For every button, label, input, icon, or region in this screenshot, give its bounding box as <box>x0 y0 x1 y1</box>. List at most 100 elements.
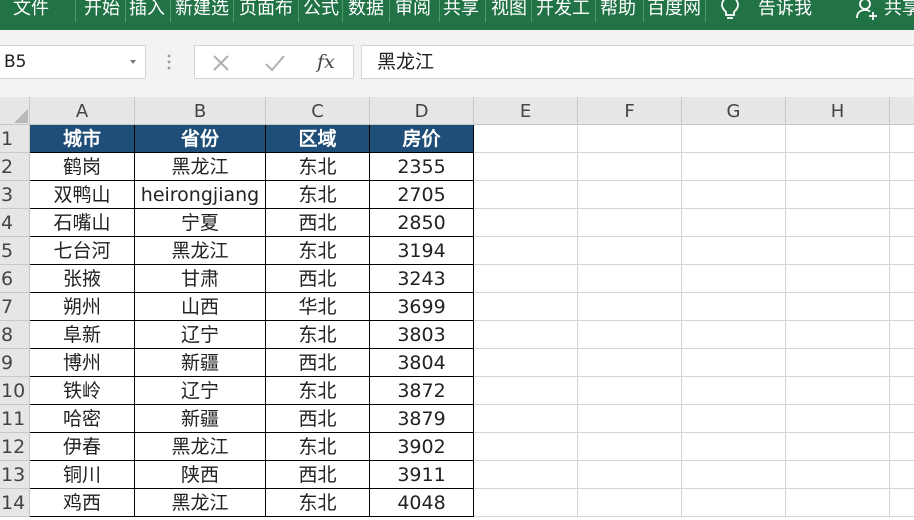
empty-cell[interactable] <box>474 489 578 517</box>
row-header[interactable]: 10 <box>0 377 30 405</box>
empty-cell[interactable] <box>786 209 890 237</box>
empty-cell[interactable] <box>474 237 578 265</box>
table-cell[interactable]: 伊春 <box>30 433 135 461</box>
empty-cell[interactable] <box>786 153 890 181</box>
empty-cell[interactable] <box>578 377 682 405</box>
table-cell[interactable]: heirongjiang <box>135 181 266 209</box>
row-header[interactable]: 13 <box>0 461 30 489</box>
row-header[interactable]: 9 <box>0 349 30 377</box>
column-header[interactable]: G <box>682 97 786 125</box>
column-header[interactable]: H <box>786 97 890 125</box>
empty-cell[interactable] <box>578 237 682 265</box>
row-header[interactable]: 3 <box>0 181 30 209</box>
table-cell[interactable]: 铜川 <box>30 461 135 489</box>
table-cell[interactable]: 博州 <box>30 349 135 377</box>
empty-cell[interactable] <box>578 125 682 153</box>
table-cell[interactable]: 黑龙江 <box>135 433 266 461</box>
column-header[interactable]: B <box>135 97 266 125</box>
empty-cell[interactable] <box>682 153 786 181</box>
empty-cell[interactable] <box>578 153 682 181</box>
ribbon-tab[interactable]: 公式 <box>300 0 342 23</box>
empty-cell[interactable] <box>786 461 890 489</box>
empty-cell[interactable] <box>474 265 578 293</box>
ribbon-tab[interactable]: 帮助 <box>597 0 639 23</box>
table-cell[interactable]: 4048 <box>370 489 474 517</box>
table-cell[interactable]: 石嘴山 <box>30 209 135 237</box>
empty-cell[interactable] <box>578 489 682 517</box>
table-cell[interactable]: 东北 <box>266 433 370 461</box>
row-header[interactable]: 4 <box>0 209 30 237</box>
empty-cell[interactable] <box>578 321 682 349</box>
ribbon-tab[interactable]: 视图 <box>487 0 531 23</box>
empty-cell[interactable] <box>890 153 914 181</box>
table-cell[interactable]: 西北 <box>266 405 370 433</box>
table-cell[interactable]: 辽宁 <box>135 321 266 349</box>
table-header-cell[interactable]: 房价 <box>370 125 474 153</box>
table-cell[interactable]: 东北 <box>266 489 370 517</box>
table-cell[interactable]: 2355 <box>370 153 474 181</box>
table-cell[interactable]: 2850 <box>370 209 474 237</box>
empty-cell[interactable] <box>578 405 682 433</box>
ribbon-tab[interactable]: 页面布 <box>235 0 297 23</box>
table-cell[interactable]: 东北 <box>266 321 370 349</box>
name-box[interactable]: B5 <box>0 45 146 79</box>
column-header[interactable]: A <box>30 97 135 125</box>
empty-cell[interactable] <box>890 265 914 293</box>
table-cell[interactable]: 华北 <box>266 293 370 321</box>
empty-cell[interactable] <box>682 433 786 461</box>
table-cell[interactable]: 新疆 <box>135 349 266 377</box>
table-cell[interactable]: 3194 <box>370 237 474 265</box>
ribbon-tab[interactable]: 开始 <box>77 0 127 23</box>
table-cell[interactable]: 3902 <box>370 433 474 461</box>
table-cell[interactable]: 朔州 <box>30 293 135 321</box>
empty-cell[interactable] <box>682 405 786 433</box>
empty-cell[interactable] <box>578 433 682 461</box>
formula-input[interactable]: 黑龙江 <box>361 45 914 79</box>
empty-cell[interactable] <box>890 433 914 461</box>
enter-check-icon[interactable] <box>264 53 286 73</box>
table-cell[interactable]: 3243 <box>370 265 474 293</box>
table-header-cell[interactable]: 区域 <box>266 125 370 153</box>
table-header-cell[interactable]: 城市 <box>30 125 135 153</box>
tell-me-search[interactable]: 告诉我 <box>758 0 812 23</box>
table-cell[interactable]: 阜新 <box>30 321 135 349</box>
empty-cell[interactable] <box>682 237 786 265</box>
ribbon-tab[interactable]: 开发工 <box>533 0 593 23</box>
table-cell[interactable]: 山西 <box>135 293 266 321</box>
table-cell[interactable]: 2705 <box>370 181 474 209</box>
empty-cell[interactable] <box>786 321 890 349</box>
empty-cell[interactable] <box>578 181 682 209</box>
empty-cell[interactable] <box>890 377 914 405</box>
select-all-corner[interactable] <box>0 97 30 125</box>
table-cell[interactable]: 哈密 <box>30 405 135 433</box>
empty-cell[interactable] <box>682 461 786 489</box>
empty-cell[interactable] <box>682 377 786 405</box>
table-cell[interactable]: 双鸭山 <box>30 181 135 209</box>
empty-cell[interactable] <box>786 377 890 405</box>
ribbon-tab[interactable]: 百度网 <box>645 0 703 23</box>
ribbon-tab[interactable]: 新建选 <box>172 0 232 23</box>
table-cell[interactable]: 铁岭 <box>30 377 135 405</box>
row-header[interactable]: 11 <box>0 405 30 433</box>
empty-cell[interactable] <box>890 209 914 237</box>
table-cell[interactable]: 3879 <box>370 405 474 433</box>
row-header[interactable]: 2 <box>0 153 30 181</box>
empty-cell[interactable] <box>474 209 578 237</box>
empty-cell[interactable] <box>786 265 890 293</box>
cancel-icon[interactable] <box>211 53 231 73</box>
table-cell[interactable]: 宁夏 <box>135 209 266 237</box>
lightbulb-icon[interactable] <box>719 0 741 22</box>
column-header[interactable]: D <box>370 97 474 125</box>
column-header[interactable]: F <box>578 97 682 125</box>
empty-cell[interactable] <box>786 489 890 517</box>
table-cell[interactable]: 鹤岗 <box>30 153 135 181</box>
table-cell[interactable]: 东北 <box>266 377 370 405</box>
empty-cell[interactable] <box>890 489 914 517</box>
empty-cell[interactable] <box>890 293 914 321</box>
empty-cell[interactable] <box>474 461 578 489</box>
empty-cell[interactable] <box>474 349 578 377</box>
empty-cell[interactable] <box>682 293 786 321</box>
formula-bar-resize-handle[interactable] <box>167 52 171 72</box>
table-cell[interactable]: 东北 <box>266 237 370 265</box>
row-header[interactable]: 12 <box>0 433 30 461</box>
